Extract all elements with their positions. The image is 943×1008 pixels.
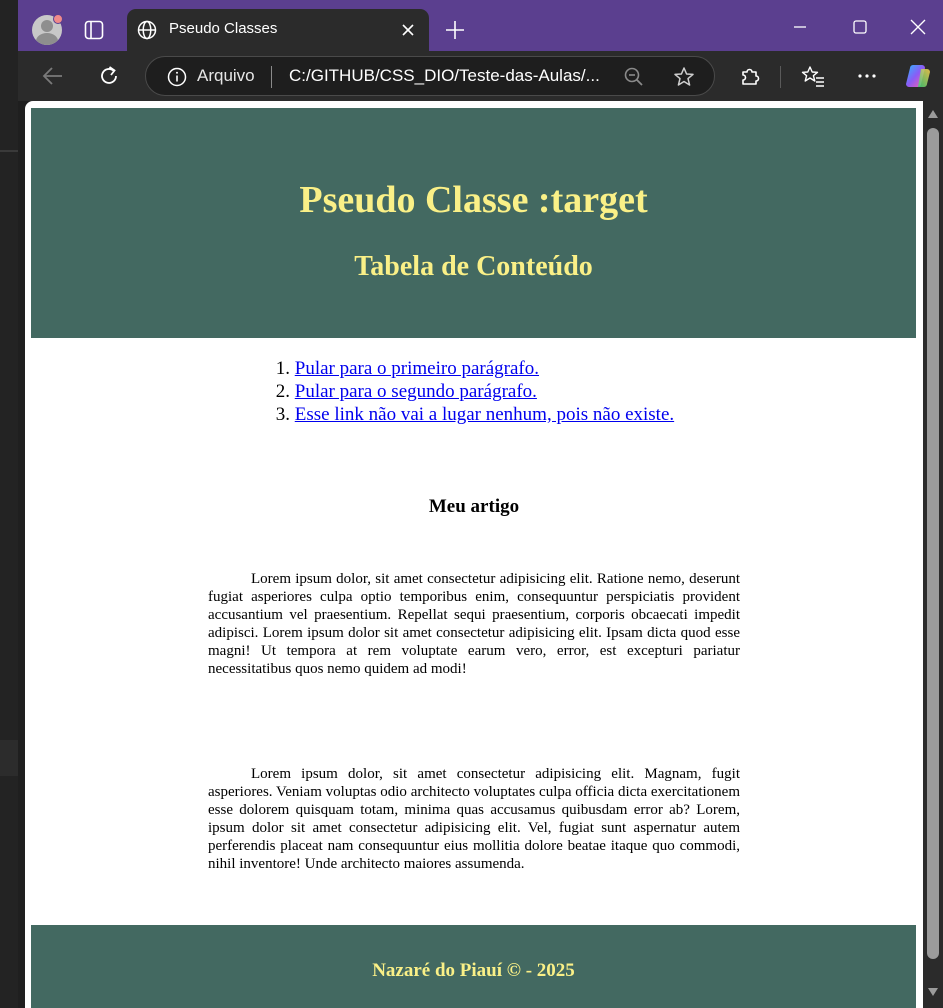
info-icon[interactable] [166, 66, 188, 88]
left-edge-strip [0, 0, 18, 1008]
more-menu-icon[interactable] [854, 63, 880, 89]
address-separator [271, 66, 272, 88]
new-tab-icon[interactable] [443, 18, 467, 42]
second-paragraph: Lorem ipsum dolor, sit amet consectetur … [208, 766, 740, 872]
back-arrow-icon[interactable] [40, 63, 66, 89]
page-subtitle: Tabela de Conteúdo [354, 251, 593, 282]
tab-title: Pseudo Classes [169, 20, 278, 37]
extensions-icon[interactable] [737, 63, 763, 89]
toolbar-divider [780, 66, 781, 88]
profile-notification-dot [53, 14, 63, 24]
maximize-icon[interactable] [848, 15, 872, 39]
favorites-icon[interactable] [800, 63, 826, 89]
tab-active[interactable]: Pseudo Classes [127, 9, 429, 51]
toc-link-second-paragraph[interactable]: Pular para o segundo parágrafo. [295, 381, 537, 402]
page-footer: Nazaré do Piauí © - 2025 [31, 925, 916, 1008]
page-viewport: Pseudo Classe :target Tabela de Conteúdo… [25, 101, 923, 1008]
copilot-icon[interactable] [904, 61, 934, 91]
toc-number: 1. [275, 358, 290, 379]
avatar-head [41, 20, 53, 32]
first-paragraph: Lorem ipsum dolor, sit amet consectetur … [208, 571, 740, 677]
toc-item: 2. Pular para o segundo parágrafo. [270, 380, 674, 403]
toc-link-nonexistent[interactable]: Esse link não vai a lugar nenhum, pois n… [295, 404, 674, 425]
toc-item: 1. Pular para o primeiro parágrafo. [270, 357, 674, 380]
toc-link-first-paragraph[interactable]: Pular para o primeiro parágrafo. [295, 358, 539, 379]
page-title: Pseudo Classe :target [299, 179, 648, 221]
scroll-down-arrow-icon[interactable] [927, 987, 939, 997]
favorite-star-icon[interactable] [672, 65, 696, 89]
edge-divider [0, 150, 18, 152]
globe-icon [137, 20, 157, 40]
reload-icon[interactable] [96, 63, 122, 89]
article-title: Meu artigo [428, 496, 520, 517]
toc-number: 3. [275, 404, 290, 425]
url-text[interactable]: C:/GITHUB/CSS_DIO/Teste-das-Aulas/... [289, 66, 600, 86]
footer-text: Nazaré do Piauí © - 2025 [372, 960, 575, 981]
edge-panel [0, 740, 18, 776]
table-of-contents: 1. Pular para o primeiro parágrafo. 2. P… [270, 357, 674, 426]
scroll-up-arrow-icon[interactable] [927, 109, 939, 119]
site-info-label[interactable]: Arquivo [197, 66, 255, 86]
avatar-body [36, 33, 58, 45]
page-header: Pseudo Classe :target Tabela de Conteúdo [31, 108, 916, 338]
scrollbar-thumb[interactable] [927, 128, 939, 959]
close-tab-icon[interactable] [399, 21, 417, 39]
zoom-out-icon[interactable] [622, 65, 646, 89]
close-window-icon[interactable] [906, 15, 930, 39]
toc-number: 2. [275, 381, 290, 402]
tab-actions-icon[interactable] [83, 19, 105, 41]
minimize-icon[interactable] [788, 15, 812, 39]
toc-item: 3. Esse link não vai a lugar nenhum, poi… [270, 403, 674, 426]
address-bar[interactable]: Arquivo C:/GITHUB/CSS_DIO/Teste-das-Aula… [145, 56, 715, 96]
